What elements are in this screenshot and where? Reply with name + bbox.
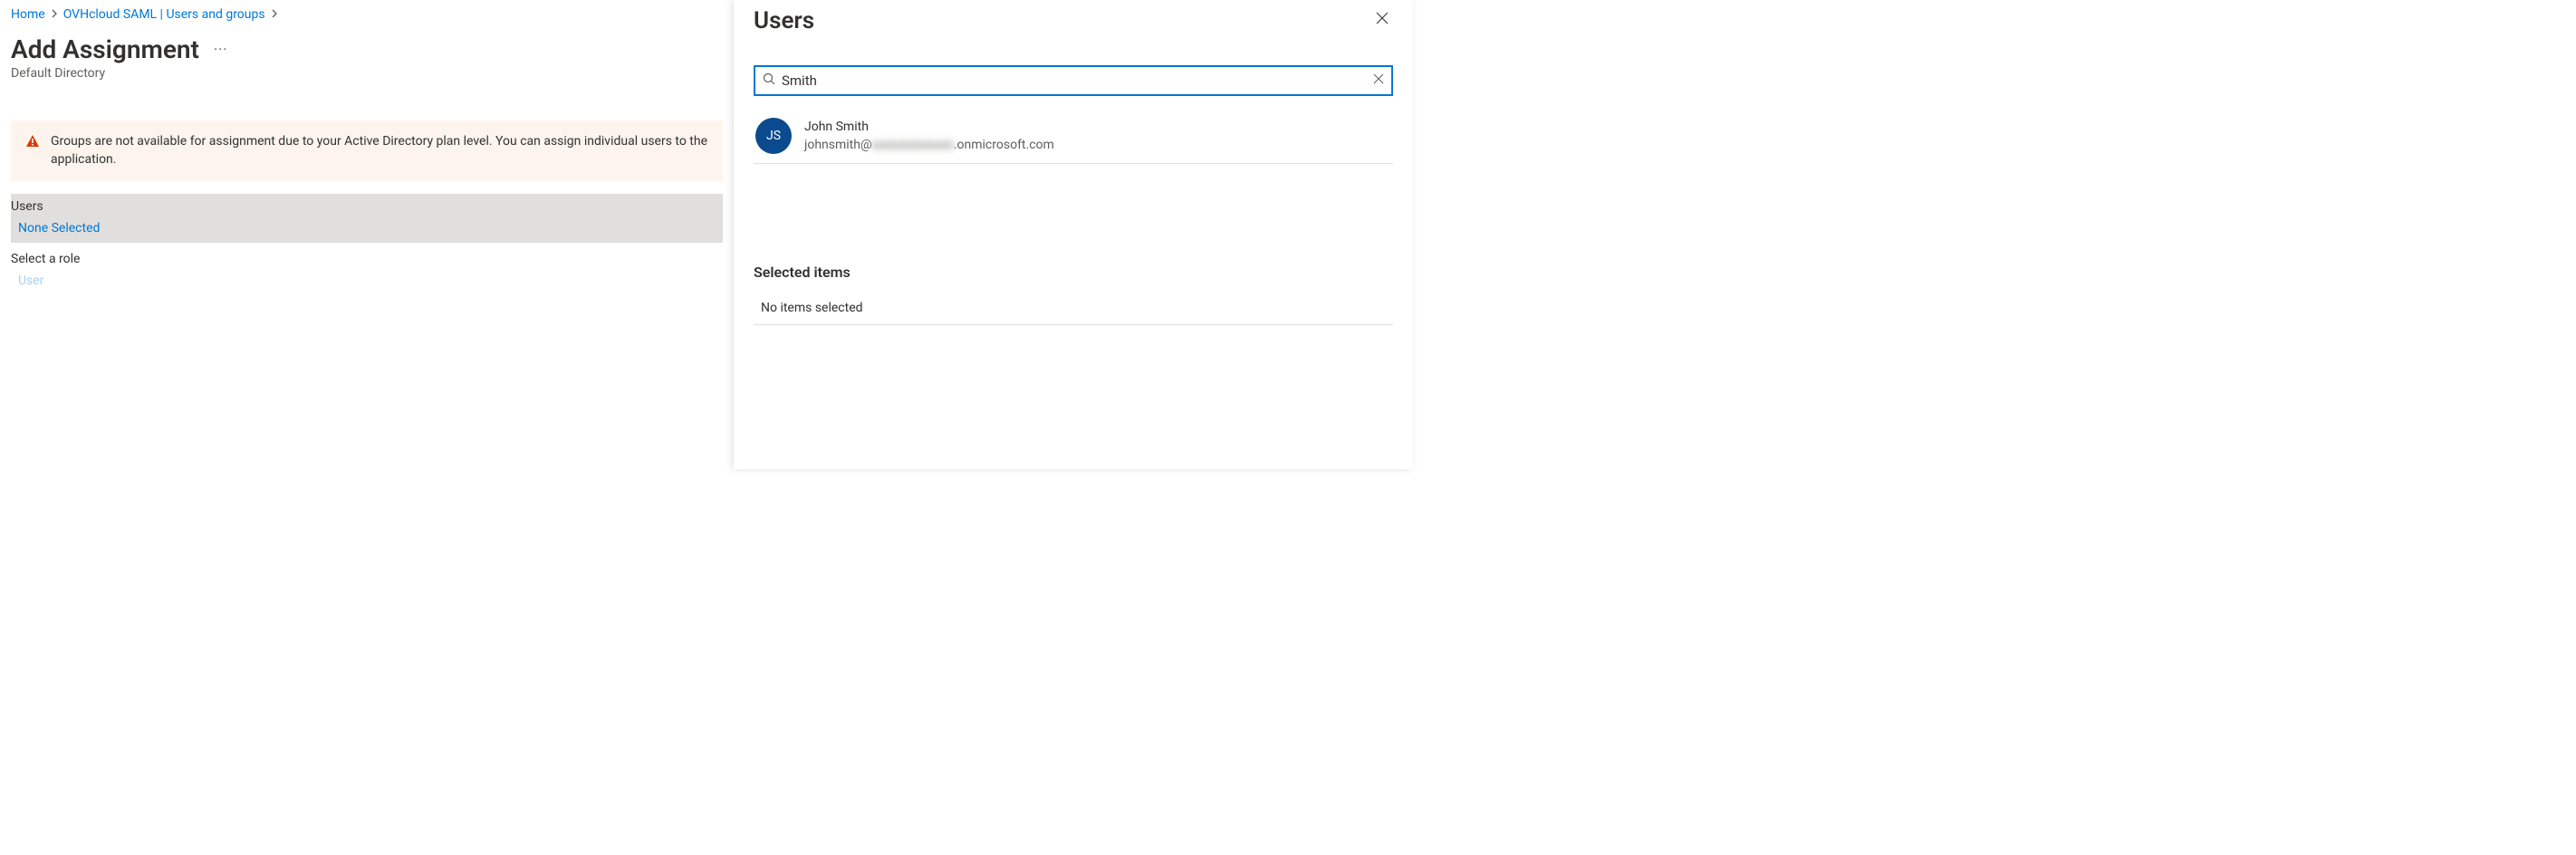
- role-label: Select a role: [11, 246, 723, 268]
- avatar: JS: [755, 118, 792, 154]
- users-section[interactable]: Users None Selected: [11, 194, 723, 243]
- close-icon: [1373, 73, 1384, 84]
- chevron-right-icon: [51, 8, 58, 22]
- selected-items-header: Selected items: [754, 264, 1393, 301]
- search-input[interactable]: [782, 72, 1373, 89]
- breadcrumb-app[interactable]: OVHcloud SAML | Users and groups: [63, 7, 265, 22]
- close-button[interactable]: [1371, 7, 1393, 33]
- users-none-selected[interactable]: None Selected: [11, 216, 723, 237]
- panel-title: Users: [754, 7, 814, 34]
- page-subtitle: Default Directory: [11, 66, 723, 81]
- breadcrumb-home[interactable]: Home: [11, 7, 45, 22]
- result-name: John Smith: [804, 120, 1054, 134]
- more-menu-button[interactable]: ···: [214, 41, 228, 58]
- search-box[interactable]: [754, 65, 1393, 96]
- user-result-item[interactable]: JS John Smith johnsmith@xxxxxxxxxxxxx.on…: [754, 110, 1393, 164]
- page-title: Add Assignment: [11, 34, 199, 64]
- role-section: Select a role User: [11, 246, 723, 293]
- role-value: User: [11, 268, 723, 293]
- clear-search-button[interactable]: [1373, 73, 1384, 88]
- warning-icon: [25, 134, 40, 152]
- breadcrumb: Home OVHcloud SAML | Users and groups: [11, 7, 723, 33]
- users-label: Users: [11, 194, 723, 216]
- warning-text: Groups are not available for assignment …: [51, 133, 708, 168]
- warning-banner: Groups are not available for assignment …: [11, 120, 723, 181]
- close-icon: [1375, 11, 1389, 25]
- no-items-text: No items selected: [754, 301, 1393, 325]
- result-email: johnsmith@xxxxxxxxxxxxx.onmicrosoft.com: [804, 138, 1054, 152]
- users-panel: Users JS John Smith johnsmit: [734, 0, 1413, 469]
- search-icon: [763, 72, 776, 90]
- chevron-right-icon: [271, 8, 278, 22]
